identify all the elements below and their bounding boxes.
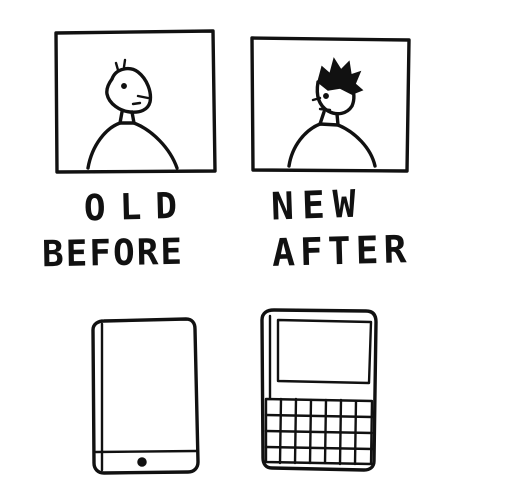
sketch-canvas: OLD BEFORE NEW AFTER [0,0,505,500]
new-portrait-frame [250,36,411,173]
new-caption: NEW [270,181,365,229]
new-person-icon [287,57,377,168]
before-caption: BEFORE [41,231,185,276]
after-caption: AFTER [271,227,412,275]
touchscreen-phone-icon [91,317,200,475]
old-person-icon [86,58,179,170]
old-caption: OLD [83,185,192,230]
old-portrait-frame [54,29,217,174]
keyboard-phone-icon [260,308,378,472]
